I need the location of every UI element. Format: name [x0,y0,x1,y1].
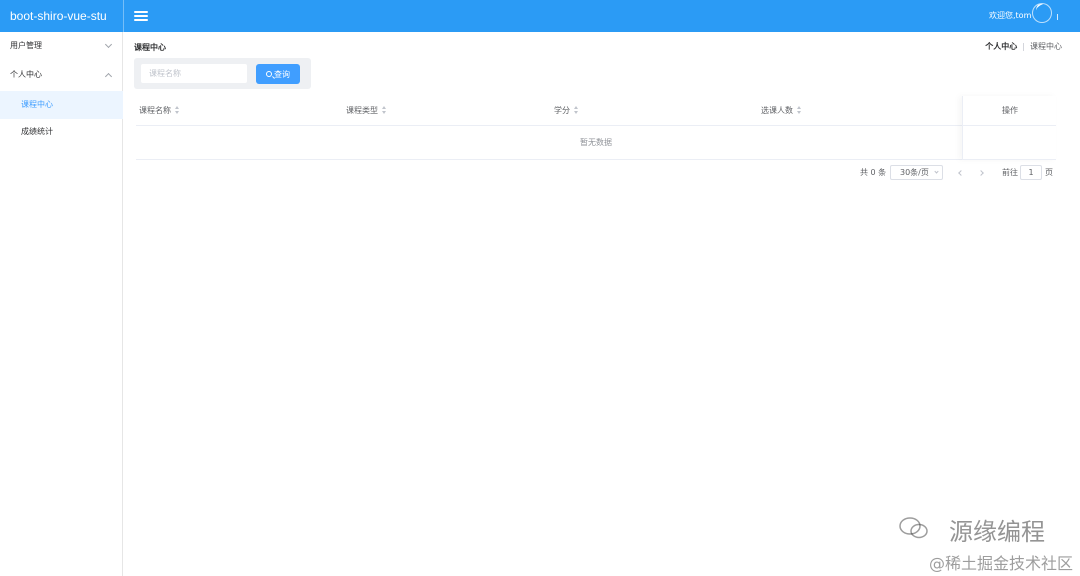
breadcrumb: 个人中心 | 课程中心 [985,41,1062,52]
page-size-value: 30条/页 [900,168,929,177]
empty-state-text: 暂无数据 [580,138,612,147]
app-brand[interactable]: boot-shiro-vue-stu [0,0,123,32]
chevron-down-icon [934,169,939,174]
top-header: boot-shiro-vue-stu 欢迎您,tom [0,0,1080,32]
sidebar-item-label: 课程中心 [21,100,53,109]
sort-icon[interactable] [175,106,180,115]
chevron-down-icon [104,40,113,49]
header-divider [123,0,124,32]
page-title: 课程中心 [134,43,166,52]
column-header-course-type[interactable]: 课程类型 [346,96,387,125]
header-separator [1057,14,1058,20]
course-table: 课程名称 课程类型 学分 选课人数 暂无数据 操作 [136,96,1056,160]
column-label: 课程名称 [139,106,171,115]
search-icon [266,71,272,77]
table-bottom-line [136,159,1056,160]
fixed-actions-column: 操作 [962,96,1056,160]
search-panel: 查询 [134,58,311,89]
column-label: 选课人数 [761,106,793,115]
user-avatar[interactable] [1032,3,1052,23]
search-button-label: 查询 [274,69,290,79]
sidebar-item-personal-center[interactable]: 个人中心 [0,61,123,89]
breadcrumb-separator: | [1022,42,1025,51]
sidebar-item-label: 用户管理 [10,41,42,50]
column-header-course-name[interactable]: 课程名称 [139,96,180,125]
column-header-actions: 操作 [1002,106,1018,115]
sidebar-item-grade-stats[interactable]: 成绩统计 [0,118,123,146]
sort-icon[interactable] [574,106,579,115]
sidebar-item-course-center[interactable]: 课程中心 [0,91,123,119]
goto-page-input[interactable] [1020,165,1042,180]
goto-label: 前往 [1002,168,1018,177]
sort-icon[interactable] [382,106,387,115]
column-label: 学分 [554,106,570,115]
hamburger-menu-icon[interactable] [134,9,148,23]
welcome-text: 欢迎您,tom [989,11,1032,20]
breadcrumb-item-course-center: 课程中心 [1030,42,1062,51]
page-size-select[interactable]: 30条/页 [890,165,943,180]
next-page-button[interactable] [977,165,987,181]
column-label: 课程类型 [346,106,378,115]
column-header-enrollment[interactable]: 选课人数 [761,96,802,125]
sidebar-item-label: 个人中心 [10,70,42,79]
page-suffix: 页 [1045,168,1053,177]
breadcrumb-item-personal-center[interactable]: 个人中心 [985,42,1017,51]
chevron-up-icon [104,72,113,81]
main-content: 课程中心 个人中心 | 课程中心 查询 课程名称 课程类型 学分 选课人数 暂无数据… [124,32,1080,576]
search-button[interactable]: 查询 [256,64,300,84]
column-header-credits[interactable]: 学分 [554,96,579,125]
sort-icon[interactable] [797,106,802,115]
course-name-input[interactable] [141,64,247,83]
sidebar: 用户管理 个人中心 课程中心 成绩统计 [0,32,123,576]
sidebar-item-user-management[interactable]: 用户管理 [0,32,123,60]
sidebar-item-label: 成绩统计 [21,127,53,136]
prev-page-button[interactable] [955,165,965,181]
pagination-total: 共 0 条 [860,168,887,177]
